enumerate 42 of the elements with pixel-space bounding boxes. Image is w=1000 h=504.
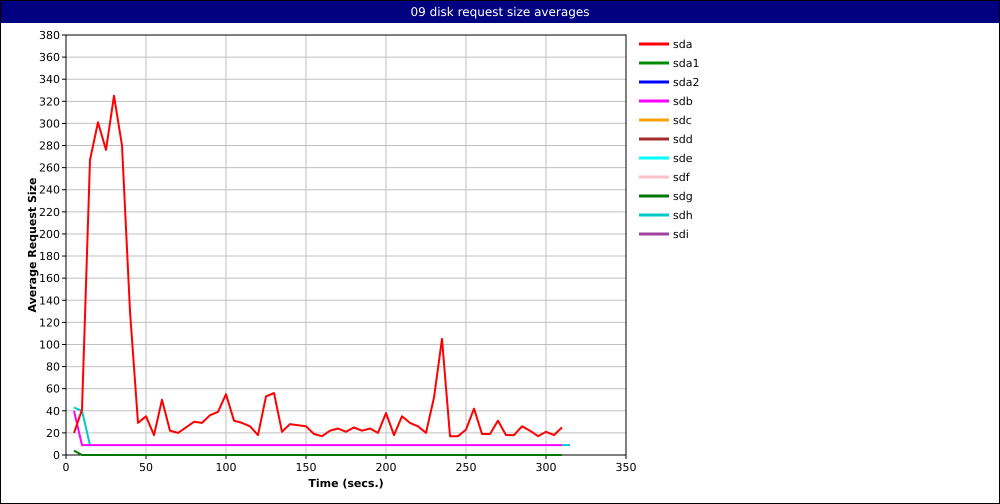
- y-tick-label: 240: [39, 184, 60, 197]
- legend-label: sdh: [673, 209, 693, 222]
- legend-label: sda1: [673, 57, 700, 70]
- y-tick-label: 140: [39, 294, 60, 308]
- y-tick-label: 0: [53, 449, 60, 462]
- y-tick-label: 20: [46, 426, 60, 440]
- y-tick-label: 220: [39, 206, 60, 219]
- x-tick-label: 0: [62, 461, 70, 474]
- x-tick-label: 350: [616, 461, 636, 474]
- y-tick-label: 280: [39, 140, 60, 153]
- y-tick-label: 60: [46, 382, 60, 396]
- x-tick-label: 250: [456, 461, 476, 474]
- x-tick-label: 150: [296, 461, 316, 474]
- legend-label: sdi: [673, 228, 689, 241]
- window-title: 09 disk request size averages: [1, 1, 999, 23]
- y-tick-label: 360: [39, 51, 60, 64]
- legend-label: sdd: [673, 133, 693, 146]
- y-axis-title: Average Request Size: [26, 177, 39, 313]
- y-tick-label: 380: [39, 29, 60, 42]
- x-axis-title: Time (secs.): [308, 477, 384, 490]
- x-tick-label: 50: [139, 461, 153, 474]
- legend-label: sda2: [673, 76, 700, 89]
- legend-label: sdg: [673, 190, 693, 203]
- y-tick-label: 80: [46, 360, 60, 374]
- y-tick-label: 200: [39, 228, 60, 241]
- legend-label: sda: [673, 38, 692, 51]
- y-tick-label: 180: [39, 250, 60, 264]
- y-tick-label: 300: [39, 117, 60, 130]
- y-tick-label: 160: [39, 272, 60, 286]
- y-tick-label: 260: [39, 162, 60, 175]
- legend-label: sdf: [673, 171, 690, 184]
- legend-label: sde: [673, 152, 692, 165]
- y-tick-label: 120: [39, 316, 60, 330]
- legend-label: sdb: [673, 95, 693, 108]
- x-tick-label: 200: [376, 461, 396, 474]
- y-tick-label: 340: [39, 73, 60, 86]
- legend-label: sdc: [673, 114, 692, 127]
- x-tick-label: 100: [216, 461, 236, 474]
- y-tick-label: 40: [46, 404, 60, 418]
- y-tick-label: 100: [39, 338, 60, 352]
- y-tick-label: 320: [39, 95, 60, 108]
- x-tick-label: 300: [536, 461, 556, 474]
